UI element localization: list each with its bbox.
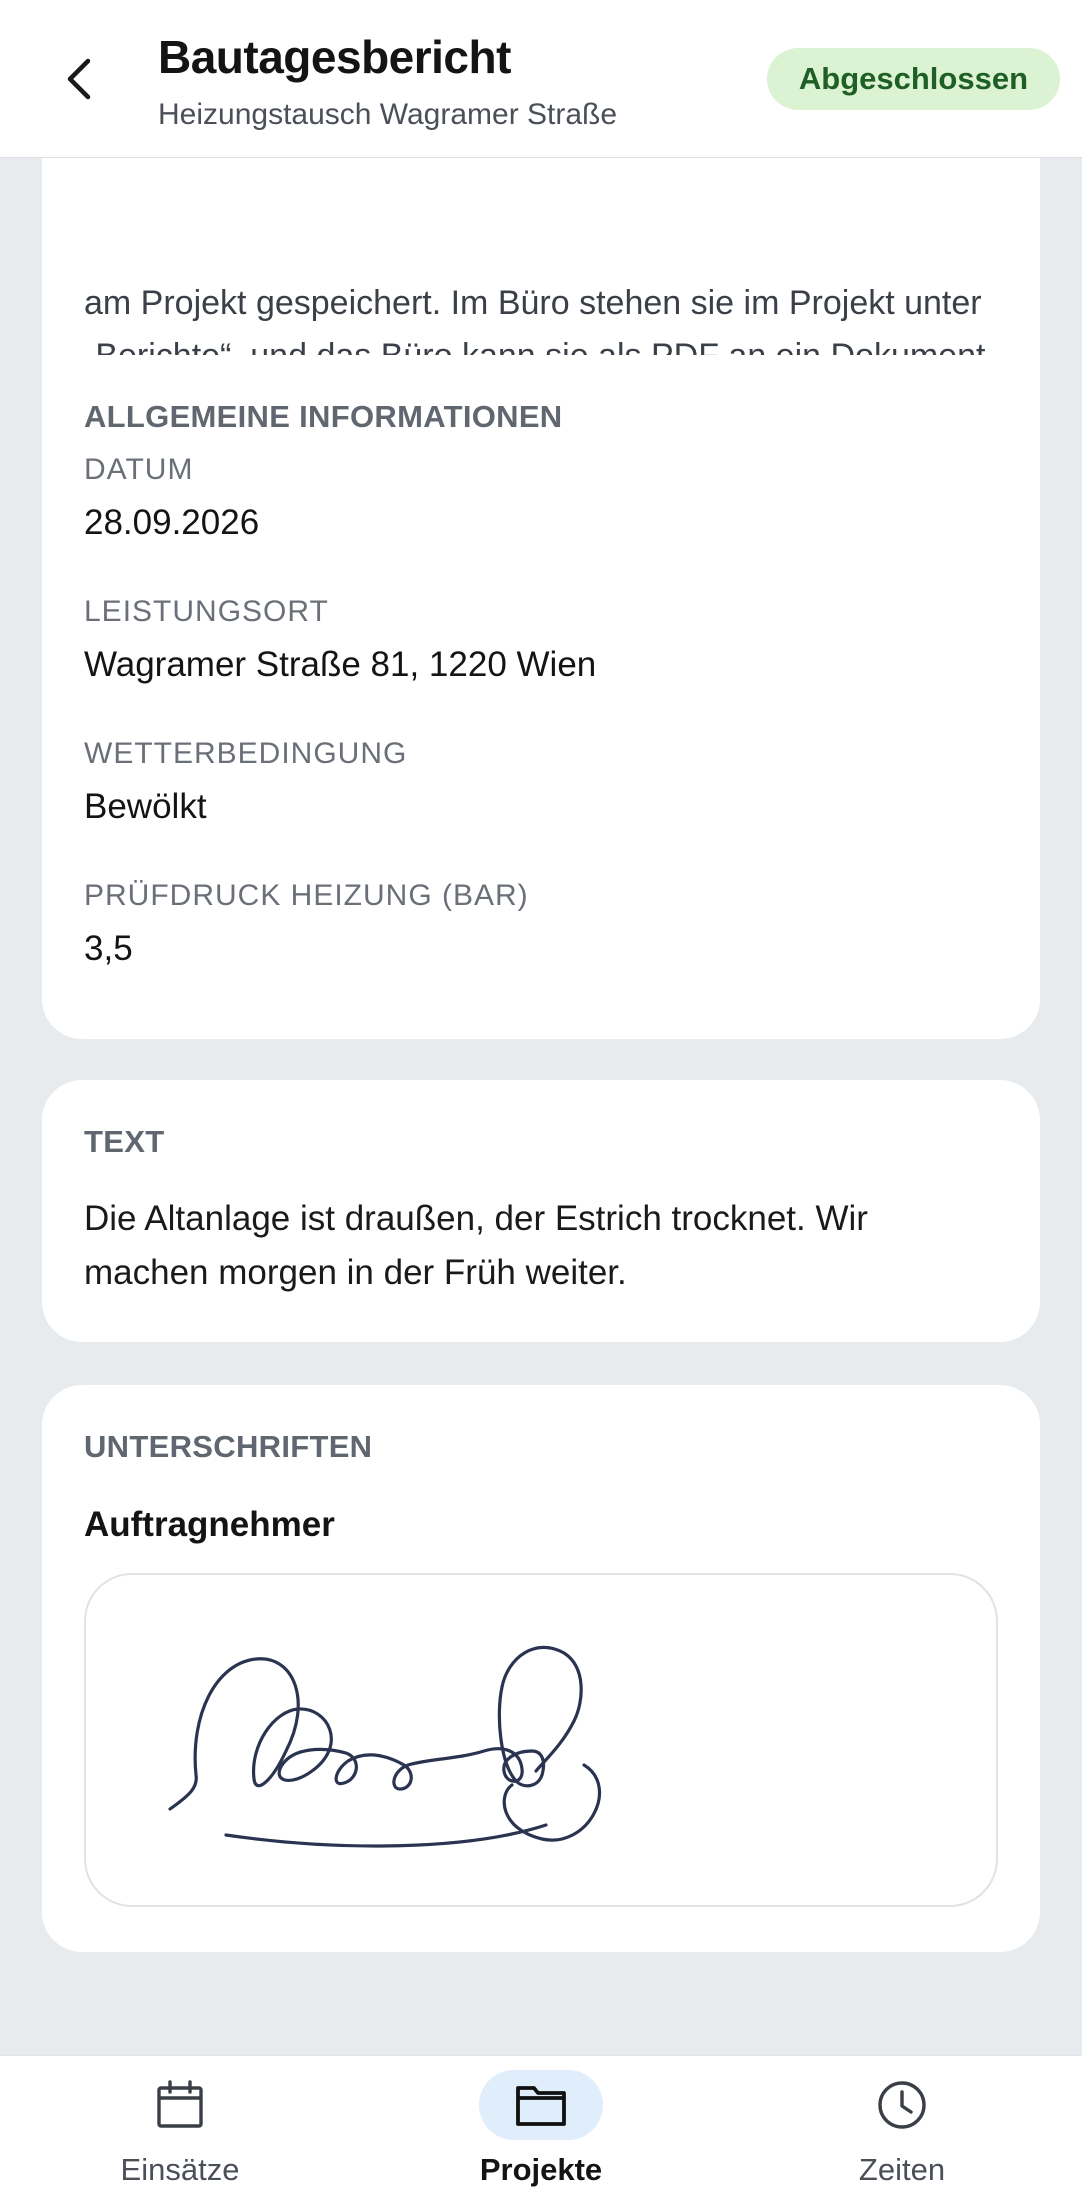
folder-icon — [516, 2086, 566, 2126]
section-title-text: TEXT — [84, 1124, 165, 1159]
field-label-test-pressure: PRÜFDRUCK HEIZUNG (BAR) — [84, 879, 529, 912]
bottom-tab-bar: Einsätze Projekte Zeiten — [0, 2055, 1082, 2202]
top-app-bar: Bautagesbericht Heizungstausch Wagramer … — [0, 0, 1082, 158]
section-title-general-info: ALLGEMEINE INFORMATIONEN — [84, 399, 563, 434]
back-button[interactable] — [56, 52, 102, 106]
report-content[interactable]: am Projekt gespeichert. Im Büro stehen s… — [0, 158, 1082, 2055]
tab-label-projekte: Projekte — [479, 2152, 603, 2187]
signature-image — [168, 1645, 602, 1848]
field-label-weather: WETTERBEDINGUNG — [84, 737, 408, 770]
tab-label-zeiten: Zeiten — [858, 2152, 946, 2187]
general-info-card: ALLGEMEINE INFORMATIONEN DATUM 28.09.202… — [42, 355, 1040, 1039]
section-title-signatures: UNTERSCHRIFTEN — [84, 1429, 373, 1464]
clock-icon — [878, 2081, 926, 2129]
status-badge: Abgeschlossen — [766, 48, 1060, 110]
field-value-location: Wagramer Straße 81, 1220 Wien — [84, 645, 597, 684]
field-value-weather: Bewölkt — [84, 787, 207, 826]
signatures-card: UNTERSCHRIFTEN Auftragnehmer — [42, 1385, 1040, 1952]
chevron-left-icon — [67, 58, 91, 100]
page-title: Bautagesbericht — [158, 31, 511, 83]
calendar-icon — [157, 2080, 203, 2128]
field-label-date: DATUM — [84, 453, 194, 486]
page-subtitle: Heizungstausch Wagramer Straße — [158, 98, 618, 131]
field-value-date: 28.09.2026 — [84, 503, 260, 542]
report-text: Die Altanlage ist draußen, der Estrich t… — [84, 1199, 868, 1292]
signer-role: Auftragnehmer — [84, 1505, 335, 1544]
signature-box — [84, 1573, 998, 1907]
field-label-location: LEISTUNGSORT — [84, 595, 329, 628]
tab-einsaetze[interactable]: Einsätze — [0, 2056, 360, 2202]
tab-label-einsaetze: Einsätze — [120, 2152, 240, 2187]
tab-projekte[interactable]: Projekte — [361, 2056, 721, 2202]
field-value-test-pressure: 3,5 — [84, 929, 133, 968]
tab-zeiten[interactable]: Zeiten — [722, 2056, 1082, 2202]
text-card: TEXT Die Altanlage ist draußen, der Estr… — [42, 1080, 1040, 1342]
